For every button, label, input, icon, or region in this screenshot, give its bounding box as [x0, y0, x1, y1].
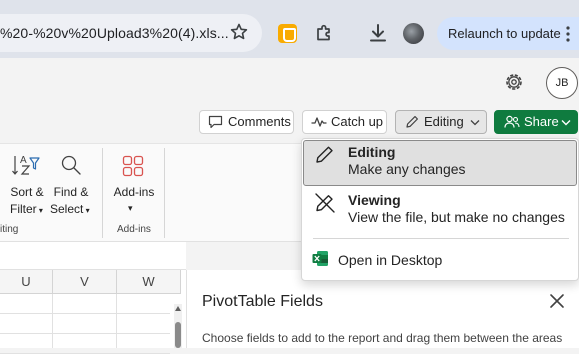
chevron-down-icon — [470, 120, 480, 126]
close-icon[interactable] — [548, 292, 566, 310]
scrollbar-thumb[interactable] — [175, 322, 181, 348]
find-select-label-2: Select — [50, 202, 84, 216]
group-divider — [164, 148, 165, 238]
download-icon[interactable] — [367, 22, 389, 44]
sort-filter-label-1[interactable]: Sort & — [8, 186, 46, 199]
pencil-icon — [406, 116, 418, 128]
puzzle-icon[interactable] — [314, 23, 334, 43]
extension-icon[interactable] — [278, 24, 297, 43]
sort-filter-button[interactable]: Filter ▾ — [10, 203, 43, 217]
table-row[interactable] — [0, 334, 170, 354]
sort-filter-label-2: Filter — [10, 202, 37, 216]
table-row[interactable] — [0, 294, 170, 314]
chevron-down-icon — [561, 120, 571, 126]
grid-line — [116, 294, 117, 348]
pivot-description: Choose fields to add to the report and d… — [202, 331, 563, 345]
open-in-desktop-label: Open in Desktop — [338, 252, 443, 268]
gear-icon[interactable] — [503, 71, 525, 93]
sort-filter-icon: A — [12, 155, 40, 175]
share-label: Share — [524, 114, 559, 129]
excel-icon — [312, 251, 328, 266]
relaunch-label[interactable]: Relaunch to update — [448, 26, 561, 41]
find-select-label-1[interactable]: Find & — [52, 186, 90, 199]
comments-button[interactable]: Comments — [199, 110, 294, 134]
editing-description: Make any changes — [348, 161, 466, 177]
scroll-up-icon[interactable] — [175, 306, 181, 311]
find-select-button[interactable]: Select ▾ — [50, 203, 90, 217]
editing-mode-button[interactable]: Editing — [395, 110, 487, 134]
catch-up-button[interactable]: Catch up — [302, 110, 387, 134]
user-avatar[interactable]: JB — [546, 67, 578, 99]
svg-text:A: A — [20, 155, 27, 166]
pulse-icon — [311, 117, 327, 127]
chevron-down-icon[interactable]: ▾ — [128, 202, 133, 215]
comment-icon — [208, 115, 223, 129]
menu-divider — [313, 238, 569, 239]
search-icon — [61, 155, 81, 175]
people-icon — [504, 115, 520, 128]
add-ins-icon — [122, 155, 144, 177]
pivot-title: PivotTable Fields — [202, 293, 323, 310]
star-icon[interactable] — [229, 22, 249, 42]
grid-line — [52, 294, 53, 348]
table-row[interactable] — [0, 314, 170, 334]
address-text[interactable]: %20-%20v%20Upload3%20(4).xls... — [0, 25, 229, 41]
comments-label: Comments — [228, 114, 291, 129]
viewing-title: Viewing — [348, 192, 401, 208]
catch-up-label: Catch up — [331, 114, 384, 129]
editing-label: Editing — [424, 114, 464, 129]
formula-bar[interactable] — [0, 242, 186, 270]
pencil-icon — [316, 146, 333, 163]
editing-group-label: iting — [0, 224, 19, 235]
column-header-w[interactable]: W — [117, 270, 181, 294]
column-header-v[interactable]: V — [53, 270, 117, 294]
office-header — [0, 58, 579, 108]
column-header-u[interactable]: U — [0, 270, 53, 294]
more-icon[interactable] — [566, 26, 570, 42]
add-ins-button[interactable]: Add-ins — [111, 186, 157, 199]
spreadsheet-grid[interactable]: U V W — [0, 270, 186, 354]
share-button[interactable]: Share — [494, 110, 578, 134]
editing-title: Editing — [348, 144, 396, 160]
chevron-down-icon: ▾ — [83, 206, 90, 215]
chevron-down-icon: ▾ — [36, 206, 43, 215]
profile-avatar[interactable] — [403, 23, 424, 44]
add-ins-group-label: Add-ins — [117, 224, 151, 235]
group-divider — [102, 148, 103, 238]
pencil-off-icon — [315, 193, 335, 213]
viewing-description: View the file, but make no changes — [348, 209, 565, 225]
